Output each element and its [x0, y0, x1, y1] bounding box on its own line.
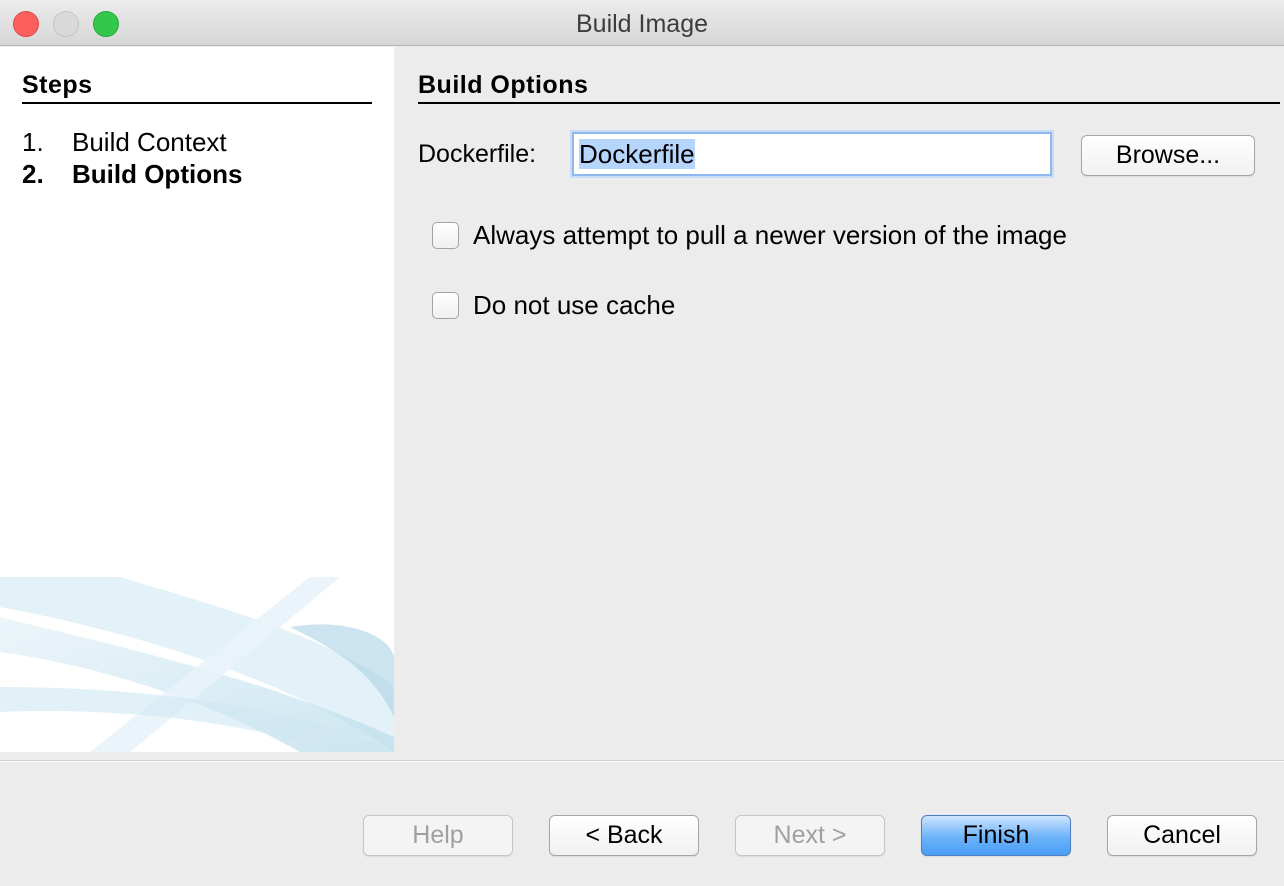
build-options-heading: Build Options — [418, 71, 1280, 104]
dockerfile-label: Dockerfile: — [418, 140, 537, 168]
step-item-build-options: 2. Build Options — [22, 159, 242, 190]
finish-button[interactable]: Finish — [921, 815, 1071, 856]
dockerfile-input[interactable]: Dockerfile — [572, 132, 1052, 176]
window-title: Build Image — [575, 10, 709, 38]
step-number: 2. — [22, 159, 44, 189]
cancel-button[interactable]: Cancel — [1107, 815, 1257, 856]
step-label: Build Context — [72, 127, 227, 157]
decorative-swoosh-image — [0, 577, 394, 752]
no-cache-option[interactable]: Do not use cache — [432, 290, 675, 321]
back-button[interactable]: < Back — [549, 815, 699, 856]
browse-button[interactable]: Browse... — [1081, 135, 1255, 176]
pull-newer-label: Always attempt to pull a newer version o… — [473, 220, 1067, 250]
steps-heading: Steps — [22, 71, 372, 104]
no-cache-checkbox[interactable] — [432, 292, 459, 319]
step-label: Build Options — [72, 159, 243, 189]
step-number: 1. — [22, 127, 44, 157]
steps-panel: Steps 1. Build Context 2. Build Options — [0, 47, 394, 752]
pull-newer-checkbox[interactable] — [432, 222, 459, 249]
dockerfile-input-value: Dockerfile — [579, 139, 695, 169]
title-bar: Build Image — [0, 0, 1284, 46]
footer-separator — [0, 760, 1284, 762]
pull-newer-option[interactable]: Always attempt to pull a newer version o… — [432, 220, 1067, 251]
no-cache-label: Do not use cache — [473, 290, 676, 320]
next-button[interactable]: Next > — [735, 815, 885, 856]
help-button[interactable]: Help — [363, 815, 513, 856]
step-item-build-context: 1. Build Context — [22, 127, 227, 158]
